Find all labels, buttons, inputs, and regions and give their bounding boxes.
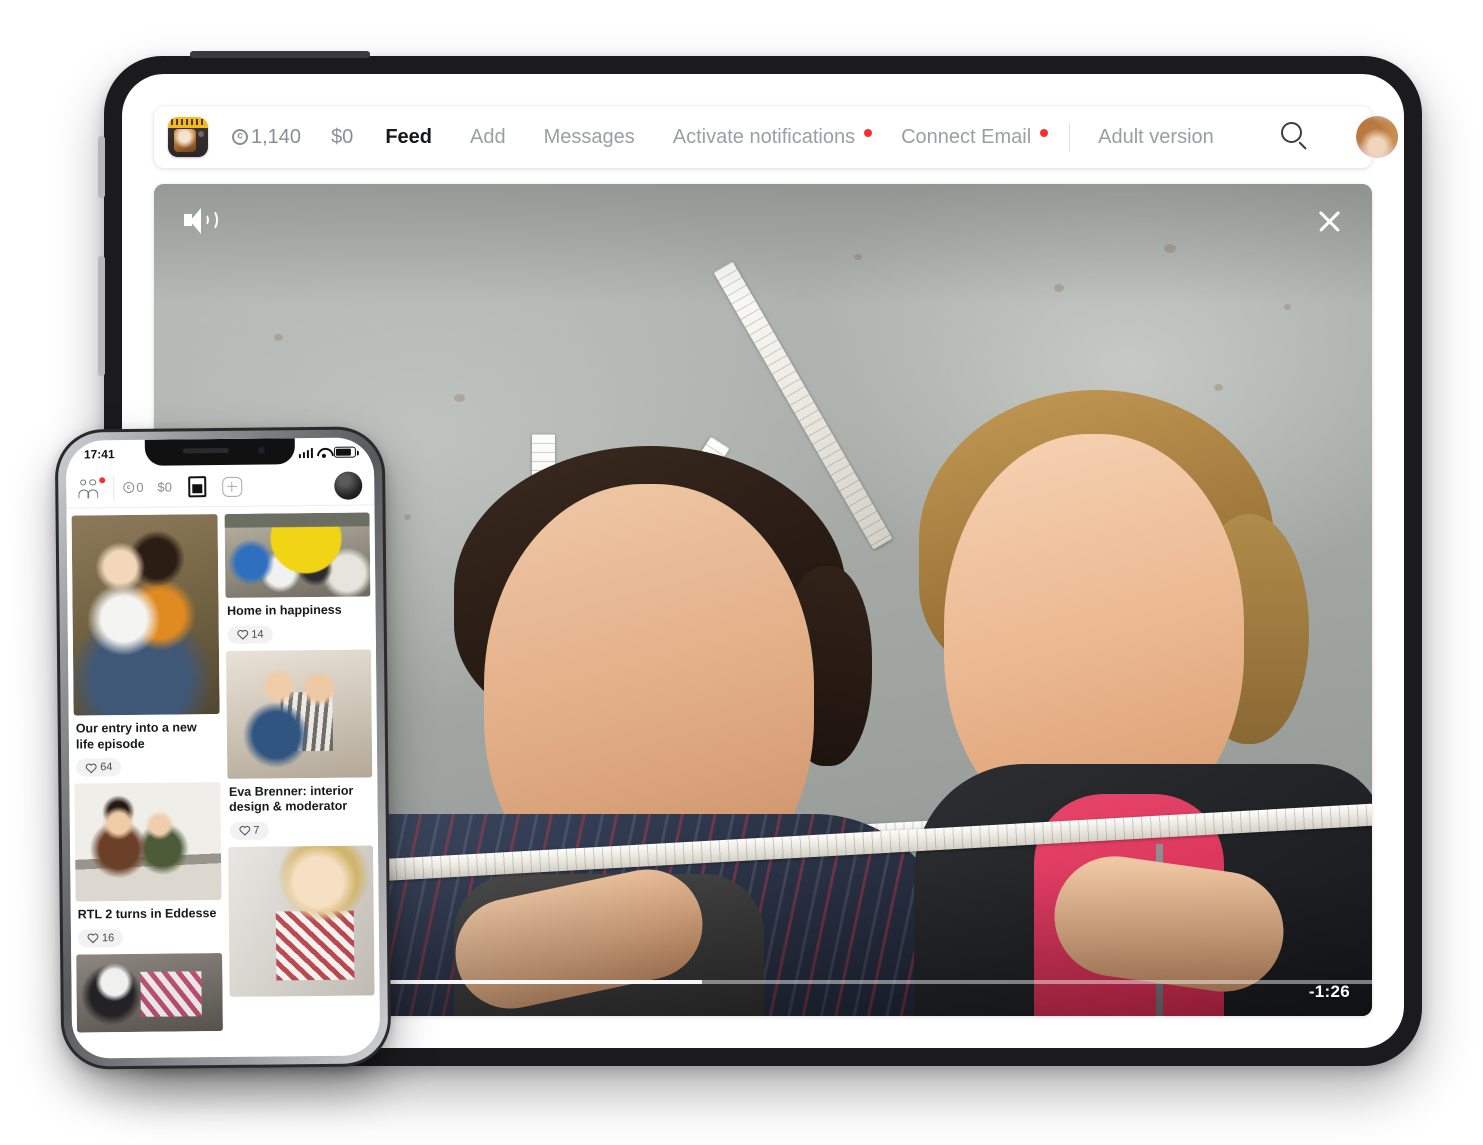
heart-icon [236,629,248,640]
logo-portrait [174,129,196,152]
plus-icon[interactable] [221,476,243,497]
nav-divider [1069,122,1071,152]
phone-toolbar: c 0 $0 [66,465,375,509]
feed-card-image[interactable] [76,952,223,1033]
feed-column-left: Our entry into a new life episode 64 RTL… [71,514,223,1058]
search-icon-ring [1280,122,1302,143]
nav-item-feed[interactable]: Feed [385,126,432,149]
nav-item-messages[interactable]: Messages [544,126,635,149]
feed-card-image[interactable] [224,512,371,598]
phone-coin-balance[interactable]: c 0 [123,479,144,495]
nav-item-add-label: Add [470,125,506,148]
card-icon[interactable] [187,476,207,498]
nav-item-connect-email-label: Connect Email [901,125,1032,148]
top-navigation-bar: c 1,140 $0 Feed Add Messages Activate no… [154,106,1398,168]
nav-item-adult-version[interactable]: Adult version [1098,126,1214,149]
nav-item-feed-label: Feed [385,125,432,148]
feed-card-title: Home in happiness [226,602,342,618]
phone-notch [144,438,296,466]
heart-icon [85,762,97,774]
volume-icon-cone [190,208,201,234]
tablet-power-button[interactable] [98,136,105,198]
like-button[interactable]: 64 [76,758,122,777]
phone-device: 17:41 c 0 $0 Our entry into a new life e… [54,426,392,1070]
coin-icon: c [232,129,248,145]
feed-card-image[interactable] [71,514,220,716]
nav-item-messages-label: Messages [543,125,635,148]
feed-card-image[interactable] [74,782,222,902]
like-count: 64 [100,761,113,774]
video-time-remaining: -1:26 [1308,982,1350,1001]
nav-item-add[interactable]: Add [470,126,506,149]
list-item[interactable]: Eva Brenner: interior design & moderator… [225,649,373,840]
notification-dot-badge [864,128,873,137]
search-icon-handle [1297,141,1307,151]
nav-item-adult-version-label: Adult version [1098,125,1214,148]
avatar[interactable] [334,471,363,500]
status-bar-indicators [298,446,356,458]
list-item[interactable] [76,952,223,1033]
list-item[interactable]: Our entry into a new life episode 64 [71,514,220,777]
tablet-volume-button[interactable] [98,256,105,376]
heart-icon [87,933,99,944]
cellular-signal-icon [298,447,313,458]
toolbar-divider [113,475,115,500]
friends-notification-dot [99,476,106,483]
feed-card-image[interactable] [227,845,375,997]
like-button[interactable]: 7 [229,821,269,840]
phone-coin-value: 0 [136,479,144,495]
app-logo-icon[interactable] [168,117,208,157]
volume-on-icon[interactable] [184,206,218,236]
screenshot-root: c 1,140 $0 Feed Add Messages Activate no… [0,0,1483,1145]
coin-balance-value: 1,140 [251,125,302,148]
money-balance[interactable]: $0 [331,126,353,149]
phone-screen: 17:41 c 0 $0 Our entry into a new life e… [65,437,381,1059]
close-icon[interactable] [1314,206,1344,236]
list-item[interactable] [227,845,375,997]
like-button[interactable]: 14 [227,625,273,644]
like-button[interactable]: 16 [77,928,124,948]
status-bar-time: 17:41 [83,447,115,462]
search-icon[interactable] [1278,120,1312,154]
like-count: 14 [251,628,264,641]
feed-card-image[interactable] [225,649,373,779]
phone-feed[interactable]: Our entry into a new life episode 64 RTL… [66,505,381,1059]
logo-knob [198,131,204,137]
list-item[interactable]: Home in happiness 14 [224,512,371,644]
nav-item-activate-notifications[interactable]: Activate notifications [672,125,873,149]
feed-card-title: Our entry into a new life episode [75,720,197,752]
feed-column-right: Home in happiness 14 Eva Brenner: interi… [224,512,375,1056]
earpiece-speaker [182,447,229,454]
wifi-icon [317,447,330,457]
logo-film-strip [171,119,205,125]
feed-card-title: RTL 2 turns in Eddesse [77,906,217,922]
volume-icon-wave-2 [204,209,218,231]
balance-group: c 1,140 $0 [232,126,353,149]
avatar[interactable] [1355,116,1398,158]
phone-money-balance[interactable]: $0 [157,480,172,495]
front-camera [257,446,265,454]
list-item[interactable]: RTL 2 turns in Eddesse 16 [74,782,222,948]
heart-icon [238,825,250,837]
nav-item-connect-email[interactable]: Connect Email [901,125,1049,149]
player-top-gradient [154,184,1372,304]
nav-item-activate-notifications-label: Activate notifications [672,125,856,148]
battery-icon [333,446,356,458]
like-count: 7 [253,824,260,837]
feed-card-title: Eva Brenner: interior design & moderator [228,783,354,815]
like-count: 16 [101,932,115,945]
friends-icon[interactable] [78,476,106,499]
money-balance-value: $0 [331,125,354,148]
nav-links: Feed Add Messages Activate notifications… [385,122,1251,152]
email-dot-badge [1040,128,1049,137]
coin-balance[interactable]: c 1,140 [232,126,301,149]
coin-icon: c [123,481,135,494]
